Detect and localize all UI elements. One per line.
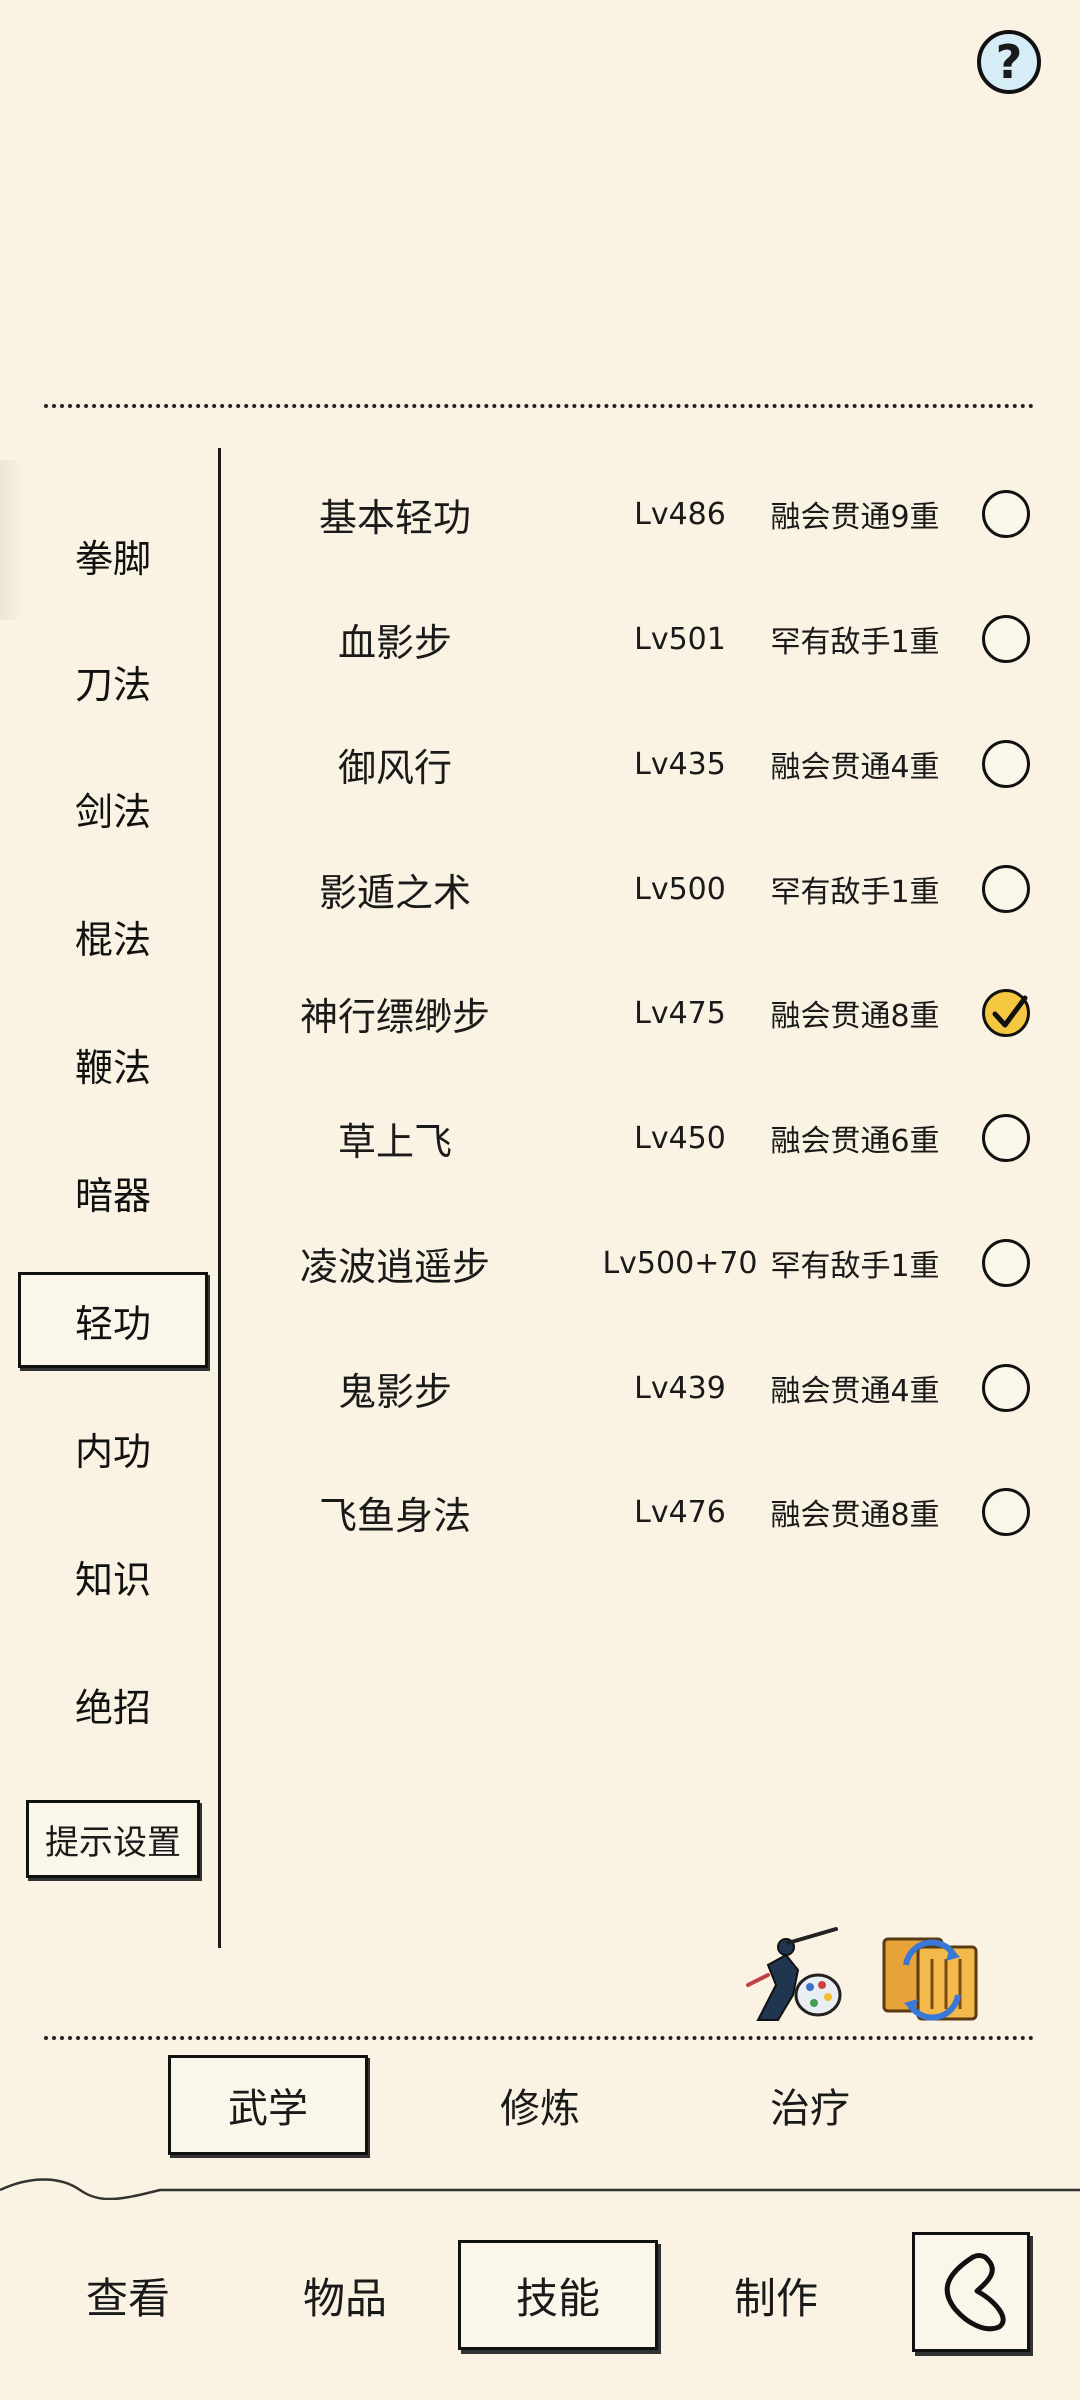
- checkmark-icon: [992, 995, 1028, 1028]
- skill-select-radio[interactable]: [982, 615, 1030, 663]
- skill-rank: 融会贯通4重: [770, 750, 940, 785]
- skill-row[interactable]: 基本轻功 Lv486 融会贯通9重: [230, 464, 1050, 564]
- skill-row[interactable]: 草上飞 Lv450 融会贯通6重: [230, 1088, 1050, 1188]
- skill-select-radio[interactable]: [982, 1364, 1030, 1412]
- skill-rank: 融会贯通8重: [770, 999, 940, 1034]
- help-button[interactable]: ?: [977, 30, 1041, 94]
- top-divider: [44, 404, 1034, 408]
- category-anqi[interactable]: 暗器: [18, 1144, 208, 1240]
- category-label: 剑法: [74, 789, 151, 834]
- skill-select-radio[interactable]: [982, 740, 1030, 788]
- skill-name: 影遁之术: [318, 870, 471, 915]
- skill-name: 鬼影步: [337, 1369, 452, 1414]
- skill-name: 基本轻功: [318, 495, 471, 540]
- nav-zhizuo[interactable]: 制作: [676, 2240, 876, 2350]
- skill-name: 血影步: [337, 620, 452, 665]
- skill-row[interactable]: 血影步 Lv501 罕有敌手1重: [230, 589, 1050, 689]
- nav-jineng[interactable]: 技能: [458, 2240, 658, 2350]
- skill-rank: 罕有敌手1重: [770, 875, 940, 910]
- sidebar-divider: [218, 448, 221, 1948]
- skill-rank: 融会贯通6重: [770, 1124, 940, 1159]
- back-arrow-icon: [944, 2253, 1006, 2332]
- category-jianfa[interactable]: 剑法: [18, 760, 208, 856]
- category-quanjiao[interactable]: 拳脚: [18, 507, 208, 603]
- skill-name: 神行缥缈步: [299, 994, 490, 1039]
- tab-xiulian[interactable]: 修炼: [440, 2055, 640, 2155]
- skill-rank: 融会贯通9重: [770, 500, 940, 535]
- nav-chakan[interactable]: 查看: [28, 2240, 228, 2350]
- skill-select-radio[interactable]: [982, 865, 1030, 913]
- bottom-divider: [44, 2036, 1034, 2040]
- category-label: 内功: [74, 1429, 151, 1474]
- skill-select-radio[interactable]: [982, 1114, 1030, 1162]
- skill-select-radio[interactable]: [982, 1488, 1030, 1536]
- skill-select-radio[interactable]: [982, 989, 1030, 1037]
- category-label: 暗器: [74, 1173, 151, 1218]
- tab-zhiliao[interactable]: 治疗: [710, 2055, 910, 2155]
- scroll-swap-icon[interactable]: [876, 1925, 986, 2025]
- skill-name: 草上飞: [337, 1119, 452, 1164]
- skill-name: 凌波逍遥步: [299, 1244, 490, 1289]
- back-button[interactable]: [912, 2232, 1030, 2352]
- skill-rank: 融会贯通8重: [770, 1498, 940, 1533]
- skill-row[interactable]: 鬼影步 Lv439 融会贯通4重: [230, 1338, 1050, 1438]
- skill-select-radio[interactable]: [982, 1239, 1030, 1287]
- skill-rank: 罕有敌手1重: [770, 1249, 940, 1284]
- category-qinggong[interactable]: 轻功: [18, 1272, 208, 1368]
- skill-row[interactable]: 神行缥缈步 Lv475 融会贯通8重: [230, 963, 1050, 1063]
- category-daofa[interactable]: 刀法: [18, 633, 208, 729]
- skill-name: 御风行: [337, 745, 452, 790]
- category-label: 刀法: [74, 662, 151, 707]
- tab-wuxue[interactable]: 武学: [168, 2055, 368, 2155]
- category-neigong[interactable]: 内功: [18, 1400, 208, 1496]
- category-label: 拳脚: [74, 536, 151, 581]
- martial-artist-palette-icon[interactable]: [738, 1925, 848, 2025]
- skill-row[interactable]: 飞鱼身法 Lv476 融会贯通8重: [230, 1462, 1050, 1562]
- category-label: 知识: [74, 1557, 151, 1602]
- category-label: 鞭法: [74, 1045, 151, 1090]
- skill-rank: 罕有敌手1重: [770, 625, 940, 660]
- skill-name: 飞鱼身法: [318, 1493, 471, 1538]
- category-zhishi[interactable]: 知识: [18, 1528, 208, 1624]
- category-label: 轻功: [74, 1301, 151, 1346]
- skill-row[interactable]: 影遁之术 Lv500 罕有敌手1重: [230, 839, 1050, 939]
- category-bianfa[interactable]: 鞭法: [18, 1016, 208, 1112]
- category-label: 棍法: [74, 917, 151, 962]
- category-label: 绝招: [74, 1685, 151, 1730]
- nav-wupin[interactable]: 物品: [245, 2240, 445, 2350]
- category-gunfa[interactable]: 棍法: [18, 888, 208, 984]
- skill-select-radio[interactable]: [982, 490, 1030, 538]
- hint-settings-button[interactable]: 提示设置: [26, 1800, 200, 1878]
- skill-rank: 融会贯通4重: [770, 1374, 940, 1409]
- skill-row[interactable]: 凌波逍遥步 Lv500+70 罕有敌手1重: [230, 1213, 1050, 1313]
- skill-row[interactable]: 御风行 Lv435 融会贯通4重: [230, 714, 1050, 814]
- category-juezhao[interactable]: 绝招: [18, 1656, 208, 1752]
